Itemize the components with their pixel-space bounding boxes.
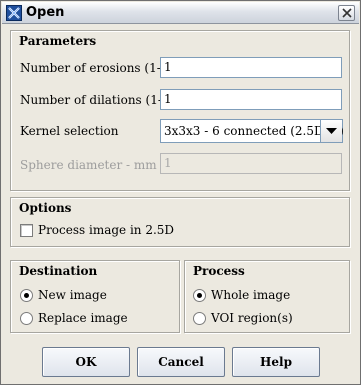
replace-image-radio[interactable] xyxy=(20,312,33,325)
cancel-button[interactable]: Cancel xyxy=(137,347,225,377)
open-dialog: Open Parameters Number of erosions (1-20… xyxy=(0,0,361,385)
close-button[interactable] xyxy=(338,5,355,21)
app-icon xyxy=(6,5,22,21)
parameters-legend: Parameters xyxy=(17,34,99,48)
whole-image-label[interactable]: Whole image xyxy=(211,288,290,302)
process-legend: Process xyxy=(191,264,247,278)
erosions-label: Number of erosions (1-20) xyxy=(20,61,181,75)
new-image-label[interactable]: New image xyxy=(38,288,107,302)
window-title: Open xyxy=(26,5,65,20)
sphere-diameter-input: 1 xyxy=(160,153,342,174)
options-group: Options Process image in 2.5D xyxy=(10,197,350,247)
title-bar[interactable]: Open xyxy=(2,2,359,24)
kernel-label: Kernel selection xyxy=(20,124,119,138)
replace-image-label[interactable]: Replace image xyxy=(38,311,128,325)
voi-regions-label[interactable]: VOI region(s) xyxy=(211,311,293,325)
sphere-diameter-label: Sphere diameter - mm xyxy=(20,158,157,172)
help-button[interactable]: Help xyxy=(232,347,320,377)
dilations-input[interactable]: 1 xyxy=(160,89,342,110)
parameters-group: Parameters Number of erosions (1-20) 1 N… xyxy=(10,30,350,191)
new-image-radio[interactable] xyxy=(20,289,33,302)
whole-image-radio[interactable] xyxy=(193,289,206,302)
ok-button[interactable]: OK xyxy=(42,347,130,377)
destination-group: Destination New image Replace image xyxy=(10,260,180,333)
kernel-dropdown-button[interactable] xyxy=(320,120,342,142)
options-legend: Options xyxy=(17,201,74,215)
kernel-selected-value: 3x3x3 - 6 connected (2.5D: 4) xyxy=(164,124,344,138)
close-icon xyxy=(342,8,352,18)
process-25d-checkbox[interactable] xyxy=(20,224,33,237)
destination-legend: Destination xyxy=(17,264,100,278)
chevron-down-icon xyxy=(326,128,337,134)
process-25d-label[interactable]: Process image in 2.5D xyxy=(38,223,174,237)
dilations-label: Number of dilations (1-20) xyxy=(20,93,182,107)
erosions-input[interactable]: 1 xyxy=(160,57,342,78)
voi-regions-radio[interactable] xyxy=(193,312,206,325)
kernel-select[interactable]: 3x3x3 - 6 connected (2.5D: 4) xyxy=(160,119,344,143)
process-group: Process Whole image VOI region(s) xyxy=(184,260,350,333)
